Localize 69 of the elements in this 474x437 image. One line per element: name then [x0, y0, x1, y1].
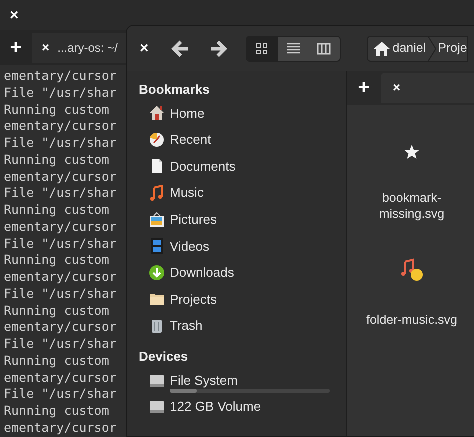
document-icon — [149, 158, 165, 174]
terminal-line: ementary/cursor — [4, 420, 117, 436]
terminal-line: Running custom — [4, 202, 110, 219]
column-view-button[interactable] — [308, 36, 340, 60]
grid-icon — [256, 42, 268, 54]
sidebar-item[interactable]: Projects — [170, 290, 217, 310]
folder-tab[interactable]: × — [381, 73, 474, 103]
sidebar-item[interactable]: Documents — [170, 156, 236, 176]
terminal-line: ementary/cursor — [4, 218, 117, 236]
terminal-line: Running custom — [4, 302, 110, 320]
picture-icon — [149, 212, 165, 228]
terminal-line: File "/usr/shar — [4, 286, 117, 302]
file-name[interactable]: folder-music.svg — [366, 312, 458, 328]
film-icon — [149, 238, 165, 254]
terminal-line: File "/usr/shar — [4, 336, 117, 353]
terminal-line: ementary/cursor — [4, 269, 117, 286]
terminal-line: Running custom — [4, 403, 110, 420]
drive-icon — [149, 372, 165, 389]
tab-title: ...ary-os: ~/ — [58, 40, 118, 56]
columns-icon — [317, 42, 332, 54]
terminal-line: File "/usr/shar — [4, 84, 117, 102]
icon-view-button[interactable] — [246, 36, 278, 60]
list-view-button[interactable] — [278, 36, 309, 60]
terminal-tab[interactable]: × ...ary-os: ~/ — [32, 32, 126, 62]
terminal-line: Running custom — [4, 352, 110, 370]
close-tab-button[interactable]: × — [42, 38, 50, 58]
home-icon — [374, 42, 390, 56]
sidebar-item[interactable]: File System — [170, 370, 238, 390]
sidebar-item[interactable]: 122 GB Volume — [170, 397, 262, 417]
terminal-line: Running custom — [4, 152, 110, 168]
house-icon — [149, 105, 165, 122]
terminal-line: ementary/cursor — [4, 319, 117, 336]
new-tab-button[interactable]: + — [0, 38, 32, 58]
close-button[interactable]: × — [10, 8, 19, 22]
trash-icon — [149, 318, 165, 334]
sidebar-item[interactable]: Downloads — [170, 263, 234, 283]
sidebar-item[interactable]: Music — [170, 183, 204, 203]
back-button[interactable] — [170, 38, 191, 58]
close-button[interactable]: × — [140, 41, 149, 56]
sidebar-item[interactable]: Trash — [170, 316, 203, 336]
breadcrumb-item[interactable]: daniel — [392, 39, 426, 58]
terminal-line: ementary/cursor — [4, 370, 117, 386]
folder-icon — [149, 291, 165, 308]
terminal-line: Running custom — [4, 252, 110, 269]
new-tab-button[interactable]: + — [347, 78, 381, 98]
terminal-line: File "/usr/shar — [4, 185, 117, 202]
sidebar-item[interactable]: Recent — [170, 130, 212, 150]
drive-icon — [149, 399, 165, 416]
terminal-line: ementary/cursor — [4, 118, 117, 135]
terminal-line: File "/usr/shar — [4, 386, 117, 403]
close-tab-button[interactable]: × — [393, 78, 401, 98]
terminal-line: Running custom — [4, 102, 110, 118]
sidebar-item[interactable]: Home — [170, 104, 205, 124]
star-icon — [404, 144, 420, 160]
download-icon — [149, 264, 165, 281]
terminal-line: ementary/cursor — [4, 68, 117, 85]
sidebar-heading: Bookmarks — [139, 81, 210, 99]
clock-icon — [149, 132, 165, 148]
terminal-line: File "/usr/shar — [4, 236, 117, 252]
file-name[interactable]: bookmark- missing.svg — [379, 190, 445, 222]
terminal-line: ementary/cursor — [4, 168, 117, 186]
sidebar-heading: Devices — [139, 348, 188, 366]
music-note-icon — [399, 258, 425, 282]
music-note-icon — [149, 185, 165, 202]
breadcrumb-item[interactable]: Proje — [438, 39, 468, 58]
sidebar-item[interactable]: Pictures — [170, 210, 217, 230]
sidebar-item[interactable]: Videos — [170, 236, 210, 256]
list-icon — [286, 42, 300, 54]
terminal-line: File "/usr/shar — [4, 135, 117, 152]
